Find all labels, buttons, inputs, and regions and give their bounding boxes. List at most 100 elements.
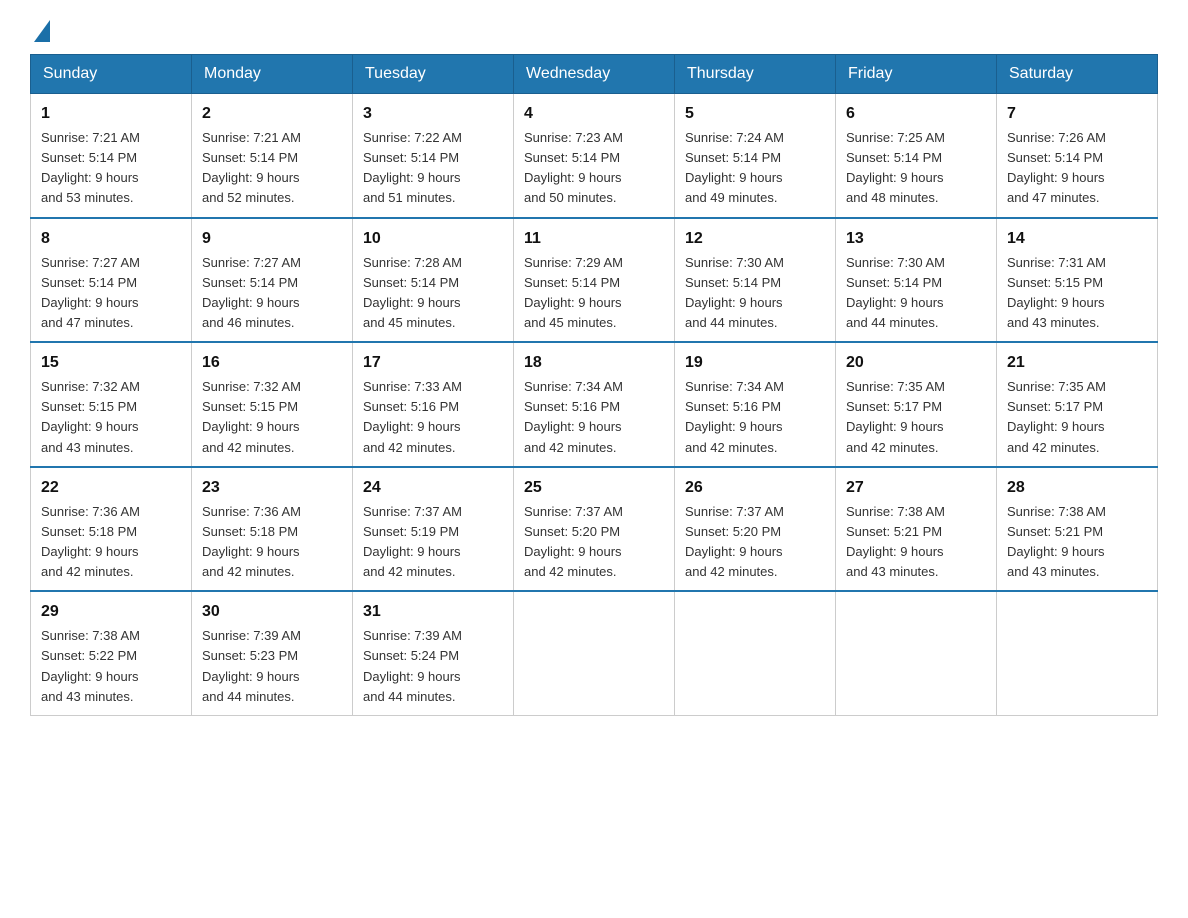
calendar-cell: 27Sunrise: 7:38 AMSunset: 5:21 PMDayligh…: [836, 467, 997, 592]
calendar-cell: 20Sunrise: 7:35 AMSunset: 5:17 PMDayligh…: [836, 342, 997, 467]
calendar-cell: [675, 591, 836, 715]
day-number: 18: [524, 351, 664, 375]
day-info: Sunrise: 7:38 AMSunset: 5:21 PMDaylight:…: [1007, 502, 1147, 583]
day-info: Sunrise: 7:39 AMSunset: 5:23 PMDaylight:…: [202, 626, 342, 707]
day-info: Sunrise: 7:28 AMSunset: 5:14 PMDaylight:…: [363, 253, 503, 334]
day-info: Sunrise: 7:29 AMSunset: 5:14 PMDaylight:…: [524, 253, 664, 334]
calendar-cell: 9Sunrise: 7:27 AMSunset: 5:14 PMDaylight…: [192, 218, 353, 343]
logo: [30, 20, 50, 34]
day-info: Sunrise: 7:34 AMSunset: 5:16 PMDaylight:…: [685, 377, 825, 458]
calendar-cell: [836, 591, 997, 715]
calendar-cell: 5Sunrise: 7:24 AMSunset: 5:14 PMDaylight…: [675, 94, 836, 218]
calendar-cell: 26Sunrise: 7:37 AMSunset: 5:20 PMDayligh…: [675, 467, 836, 592]
calendar-cell: 11Sunrise: 7:29 AMSunset: 5:14 PMDayligh…: [514, 218, 675, 343]
day-info: Sunrise: 7:32 AMSunset: 5:15 PMDaylight:…: [202, 377, 342, 458]
day-number: 19: [685, 351, 825, 375]
calendar-cell: 19Sunrise: 7:34 AMSunset: 5:16 PMDayligh…: [675, 342, 836, 467]
day-number: 11: [524, 227, 664, 251]
day-number: 14: [1007, 227, 1147, 251]
day-info: Sunrise: 7:30 AMSunset: 5:14 PMDaylight:…: [685, 253, 825, 334]
day-number: 29: [41, 600, 181, 624]
calendar-cell: 28Sunrise: 7:38 AMSunset: 5:21 PMDayligh…: [997, 467, 1158, 592]
calendar-cell: 2Sunrise: 7:21 AMSunset: 5:14 PMDaylight…: [192, 94, 353, 218]
day-info: Sunrise: 7:24 AMSunset: 5:14 PMDaylight:…: [685, 128, 825, 209]
day-number: 4: [524, 102, 664, 126]
day-number: 31: [363, 600, 503, 624]
calendar-week-row: 1 Sunrise: 7:21 AMSunset: 5:14 PMDaylight…: [31, 94, 1158, 218]
day-info: Sunrise: 7:39 AMSunset: 5:24 PMDaylight:…: [363, 626, 503, 707]
day-number: 5: [685, 102, 825, 126]
calendar-cell: 13Sunrise: 7:30 AMSunset: 5:14 PMDayligh…: [836, 218, 997, 343]
day-info: Sunrise: 7:37 AMSunset: 5:20 PMDaylight:…: [685, 502, 825, 583]
day-info: Sunrise: 7:31 AMSunset: 5:15 PMDaylight:…: [1007, 253, 1147, 334]
day-info: Sunrise: 7:37 AMSunset: 5:19 PMDaylight:…: [363, 502, 503, 583]
day-number: 2: [202, 102, 342, 126]
day-number: 1: [41, 102, 181, 126]
day-number: 10: [363, 227, 503, 251]
day-number: 12: [685, 227, 825, 251]
header-monday: Monday: [192, 55, 353, 94]
calendar-cell: [997, 591, 1158, 715]
day-number: 13: [846, 227, 986, 251]
day-number: 25: [524, 476, 664, 500]
day-number: 21: [1007, 351, 1147, 375]
day-number: 8: [41, 227, 181, 251]
day-number: 20: [846, 351, 986, 375]
calendar-cell: 1Sunrise: 7:21 AMSunset: 5:14 PMDaylight…: [31, 94, 192, 218]
calendar-cell: 31Sunrise: 7:39 AMSunset: 5:24 PMDayligh…: [353, 591, 514, 715]
day-info: Sunrise: 7:35 AMSunset: 5:17 PMDaylight:…: [1007, 377, 1147, 458]
day-info: Sunrise: 7:33 AMSunset: 5:16 PMDaylight:…: [363, 377, 503, 458]
calendar-cell: 22Sunrise: 7:36 AMSunset: 5:18 PMDayligh…: [31, 467, 192, 592]
day-number: 3: [363, 102, 503, 126]
day-info: Sunrise: 7:27 AMSunset: 5:14 PMDaylight:…: [202, 253, 342, 334]
calendar-cell: 29Sunrise: 7:38 AMSunset: 5:22 PMDayligh…: [31, 591, 192, 715]
day-number: 28: [1007, 476, 1147, 500]
calendar-cell: 15Sunrise: 7:32 AMSunset: 5:15 PMDayligh…: [31, 342, 192, 467]
logo-triangle-icon: [34, 20, 50, 42]
day-number: 17: [363, 351, 503, 375]
day-info: Sunrise: 7:34 AMSunset: 5:16 PMDaylight:…: [524, 377, 664, 458]
day-info: Sunrise: 7:38 AMSunset: 5:21 PMDaylight:…: [846, 502, 986, 583]
day-info: Sunrise: 7:36 AMSunset: 5:18 PMDaylight:…: [41, 502, 181, 583]
day-number: 30: [202, 600, 342, 624]
header-saturday: Saturday: [997, 55, 1158, 94]
header-sunday: Sunday: [31, 55, 192, 94]
header-friday: Friday: [836, 55, 997, 94]
day-info: Sunrise: 7:22 AMSunset: 5:14 PMDaylight:…: [363, 128, 503, 209]
calendar-cell: 3Sunrise: 7:22 AMSunset: 5:14 PMDaylight…: [353, 94, 514, 218]
day-number: 26: [685, 476, 825, 500]
calendar-cell: 16Sunrise: 7:32 AMSunset: 5:15 PMDayligh…: [192, 342, 353, 467]
day-number: 6: [846, 102, 986, 126]
calendar-cell: 25Sunrise: 7:37 AMSunset: 5:20 PMDayligh…: [514, 467, 675, 592]
day-number: 9: [202, 227, 342, 251]
calendar-table: SundayMondayTuesdayWednesdayThursdayFrid…: [30, 54, 1158, 716]
day-info: Sunrise: 7:21 AMSunset: 5:14 PMDaylight:…: [202, 128, 342, 209]
header-thursday: Thursday: [675, 55, 836, 94]
calendar-cell: 12Sunrise: 7:30 AMSunset: 5:14 PMDayligh…: [675, 218, 836, 343]
calendar-cell: 10Sunrise: 7:28 AMSunset: 5:14 PMDayligh…: [353, 218, 514, 343]
day-info: Sunrise: 7:35 AMSunset: 5:17 PMDaylight:…: [846, 377, 986, 458]
calendar-week-row: 29Sunrise: 7:38 AMSunset: 5:22 PMDayligh…: [31, 591, 1158, 715]
calendar-cell: 18Sunrise: 7:34 AMSunset: 5:16 PMDayligh…: [514, 342, 675, 467]
header-tuesday: Tuesday: [353, 55, 514, 94]
calendar-cell: 14Sunrise: 7:31 AMSunset: 5:15 PMDayligh…: [997, 218, 1158, 343]
calendar-week-row: 22Sunrise: 7:36 AMSunset: 5:18 PMDayligh…: [31, 467, 1158, 592]
day-number: 22: [41, 476, 181, 500]
calendar-week-row: 15Sunrise: 7:32 AMSunset: 5:15 PMDayligh…: [31, 342, 1158, 467]
day-info: Sunrise: 7:27 AMSunset: 5:14 PMDaylight:…: [41, 253, 181, 334]
day-info: Sunrise: 7:37 AMSunset: 5:20 PMDaylight:…: [524, 502, 664, 583]
calendar-cell: 17Sunrise: 7:33 AMSunset: 5:16 PMDayligh…: [353, 342, 514, 467]
calendar-cell: 23Sunrise: 7:36 AMSunset: 5:18 PMDayligh…: [192, 467, 353, 592]
day-info: Sunrise: 7:26 AMSunset: 5:14 PMDaylight:…: [1007, 128, 1147, 209]
calendar-cell: 21Sunrise: 7:35 AMSunset: 5:17 PMDayligh…: [997, 342, 1158, 467]
day-number: 23: [202, 476, 342, 500]
calendar-cell: 30Sunrise: 7:39 AMSunset: 5:23 PMDayligh…: [192, 591, 353, 715]
page-header: [30, 20, 1158, 34]
day-number: 27: [846, 476, 986, 500]
day-info: Sunrise: 7:32 AMSunset: 5:15 PMDaylight:…: [41, 377, 181, 458]
day-info: Sunrise: 7:36 AMSunset: 5:18 PMDaylight:…: [202, 502, 342, 583]
day-number: 15: [41, 351, 181, 375]
day-info: Sunrise: 7:23 AMSunset: 5:14 PMDaylight:…: [524, 128, 664, 209]
day-info: Sunrise: 7:25 AMSunset: 5:14 PMDaylight:…: [846, 128, 986, 209]
header-wednesday: Wednesday: [514, 55, 675, 94]
